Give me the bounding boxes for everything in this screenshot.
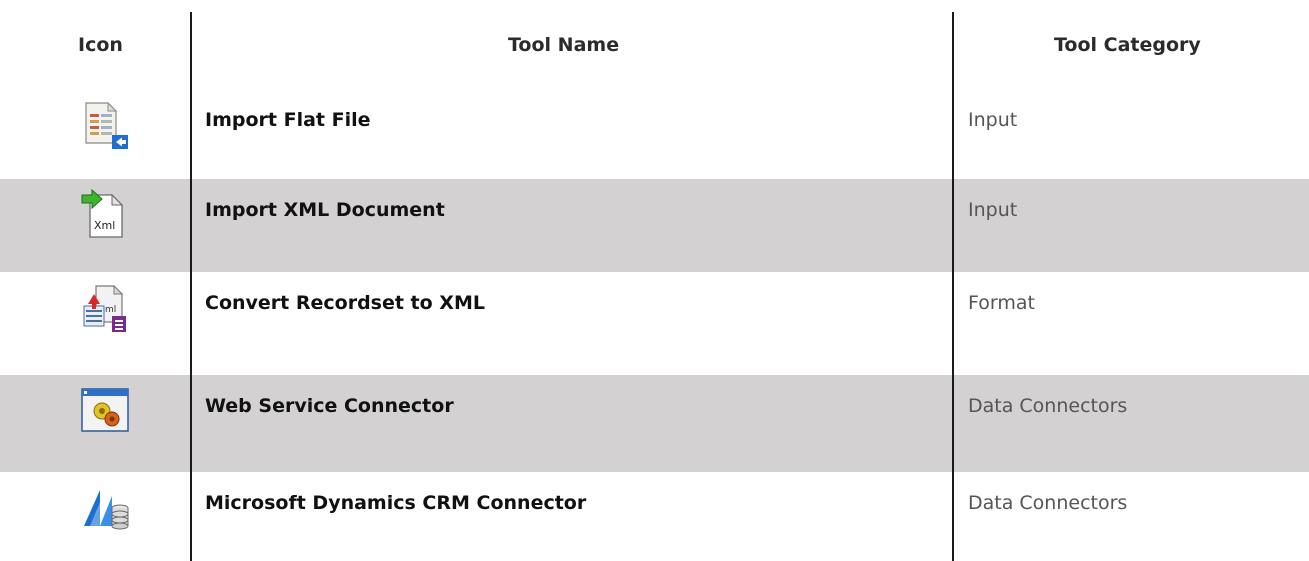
recordset-to-xml-icon: ml — [78, 282, 134, 334]
flat-file-import-icon — [78, 99, 134, 151]
web-service-gear-icon — [78, 385, 134, 437]
tool-category: Input — [968, 199, 1018, 221]
column-header-icon: Icon — [78, 34, 123, 56]
table-row: ml Convert Recordset to XML Format — [0, 272, 1309, 375]
tools-table: Icon Tool Name Tool Category Import Flat… — [0, 0, 1309, 561]
xml-import-icon: Xml — [78, 188, 134, 241]
svg-text:Xml: Xml — [94, 219, 115, 232]
tool-name: Convert Recordset to XML — [205, 292, 485, 314]
tool-category: Format — [968, 292, 1035, 314]
tool-category: Input — [968, 109, 1018, 131]
table-header-row: Icon Tool Name Tool Category — [0, 0, 1309, 89]
dynamics-crm-icon — [78, 482, 134, 534]
column-divider — [952, 12, 954, 561]
svg-text:ml: ml — [105, 305, 116, 315]
column-header-tool-category: Tool Category — [1054, 34, 1201, 56]
tool-name: Web Service Connector — [205, 395, 454, 417]
tool-category: Data Connectors — [968, 492, 1128, 514]
table-row: Xml Import XML Document Input — [0, 179, 1309, 272]
table-row: Microsoft Dynamics CRM Connector Data Co… — [0, 472, 1309, 561]
column-header-tool-name: Tool Name — [508, 34, 620, 56]
table-row: Web Service Connector Data Connectors — [0, 375, 1309, 472]
column-divider — [190, 12, 192, 561]
tool-name: Import Flat File — [205, 109, 371, 131]
tool-category: Data Connectors — [968, 395, 1128, 417]
tool-name: Import XML Document — [205, 199, 445, 221]
tool-name: Microsoft Dynamics CRM Connector — [205, 492, 587, 514]
table-row: Import Flat File Input — [0, 89, 1309, 179]
